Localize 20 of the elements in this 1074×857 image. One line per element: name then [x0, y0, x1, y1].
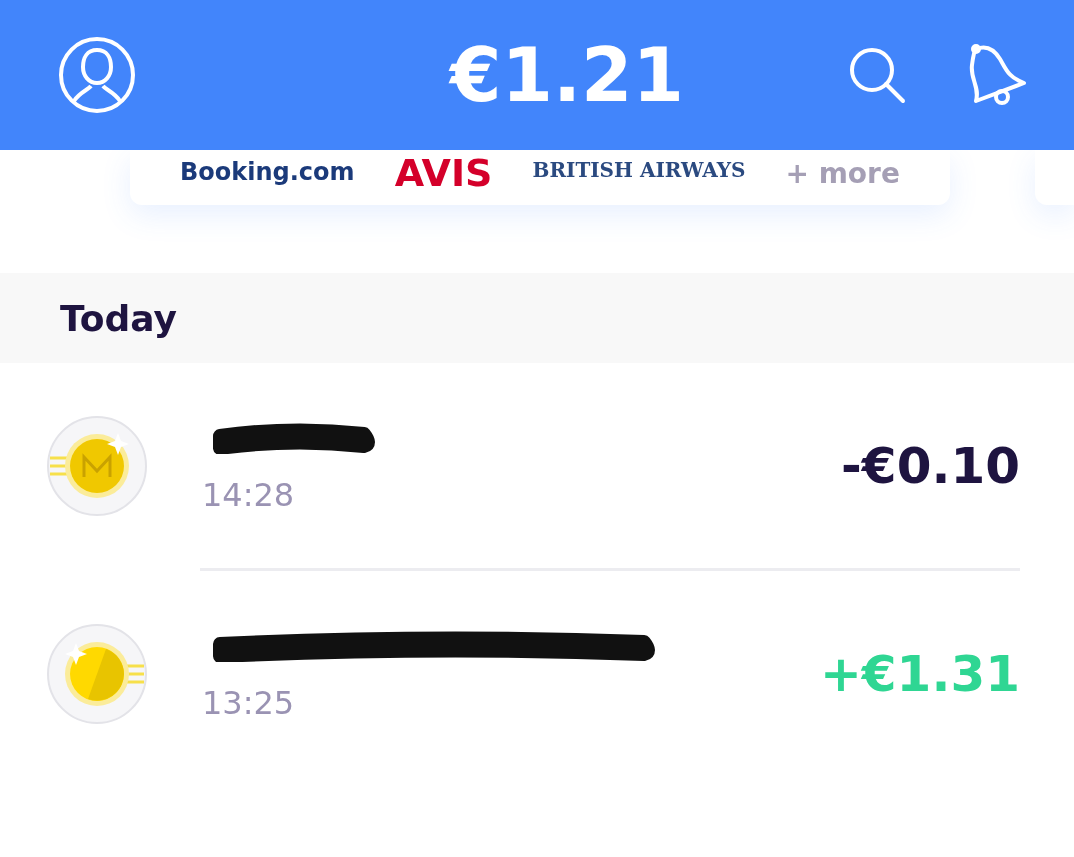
profile-icon	[58, 36, 136, 114]
partner-logo: AVIS	[394, 154, 493, 192]
transaction-row[interactable]: 14:28 -€0.10	[0, 363, 1074, 568]
coin-icon	[46, 414, 148, 517]
partners-card[interactable]: Booking.com AVIS BRITISH AIRWAYS + more	[130, 150, 950, 205]
partner-logo: Booking.com	[180, 160, 355, 184]
partner-logo: BRITISH AIRWAYS	[532, 160, 746, 180]
transaction-time: 14:28	[202, 475, 296, 514]
transaction-amount: +€1.31	[819, 644, 1020, 703]
section-title: Today	[60, 297, 177, 339]
bell-icon	[968, 43, 1028, 107]
coin-icon	[46, 622, 148, 725]
notifications-button[interactable]	[968, 43, 1028, 107]
transaction-time: 13:25	[202, 683, 296, 722]
transaction-amount: -€0.10	[841, 436, 1020, 495]
partner-logo: + more	[785, 160, 900, 188]
search-icon	[848, 46, 906, 104]
balance-amount: €1.21	[449, 32, 685, 118]
search-button[interactable]	[848, 46, 906, 104]
profile-button[interactable]	[58, 36, 136, 114]
